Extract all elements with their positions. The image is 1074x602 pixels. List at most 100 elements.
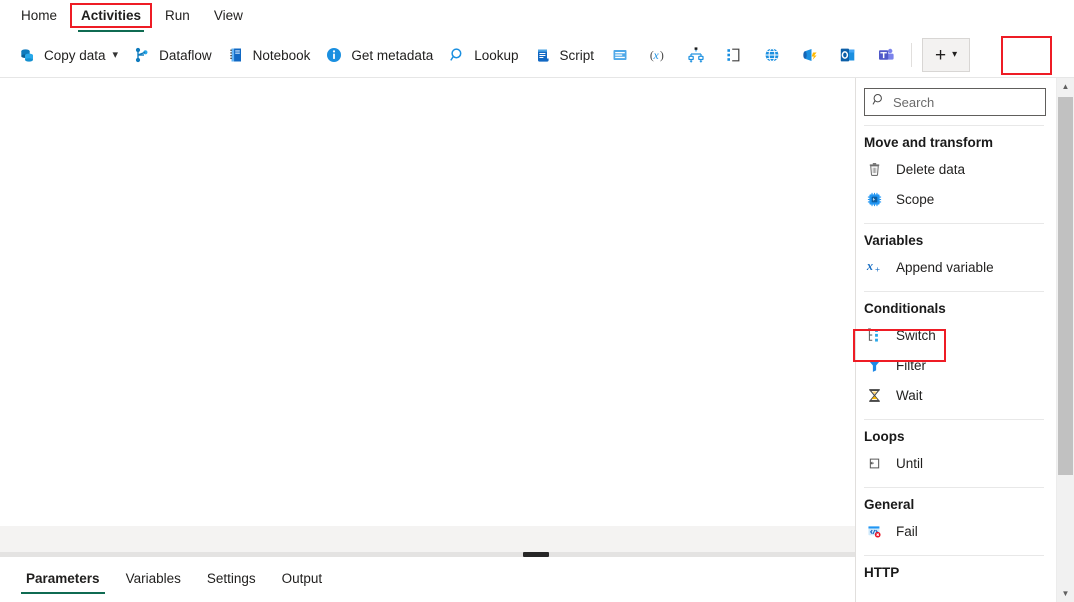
dataflow-icon	[132, 45, 152, 65]
script-icon	[533, 45, 553, 65]
command-switch[interactable]	[677, 38, 715, 72]
command-copy-data-label: Copy data	[44, 48, 106, 63]
command-if-condition[interactable]	[715, 38, 753, 72]
filter-icon	[864, 355, 884, 375]
switch-icon	[864, 325, 884, 345]
copy-data-icon	[17, 45, 37, 65]
group-title-general: General	[856, 488, 1056, 516]
flyout-item-until-label: Until	[896, 456, 923, 471]
pipeline-canvas[interactable]	[0, 78, 855, 552]
flyout-item-delete-data[interactable]: Delete data	[856, 154, 1056, 184]
command-outlook[interactable]	[829, 38, 867, 72]
plus-icon: +	[935, 46, 946, 65]
scrollbar-down-arrow-icon[interactable]: ▼	[1057, 585, 1074, 602]
group-title-conditionals: Conditionals	[856, 292, 1056, 320]
outlook-icon	[838, 45, 858, 65]
command-dataflow-label: Dataflow	[159, 48, 212, 63]
group-title-http: HTTP	[856, 556, 1056, 584]
command-webhook[interactable]	[791, 38, 829, 72]
command-teams[interactable]	[867, 38, 905, 72]
command-get-metadata-label: Get metadata	[351, 48, 433, 63]
pipeline-editor-window: Home Activities Run View Copy data ▾	[0, 0, 1074, 602]
properties-tab-strip: Parameters Variables Settings Output	[0, 557, 855, 602]
ribbon-tab-strip: Home Activities Run View	[0, 0, 1074, 32]
tab-settings[interactable]: Settings	[197, 563, 266, 596]
append-variable-icon: x +	[864, 257, 884, 277]
group-title-variables: Variables	[856, 224, 1056, 252]
tab-parameters[interactable]: Parameters	[16, 563, 110, 596]
chevron-down-icon: ▾	[952, 50, 957, 60]
wait-icon	[864, 385, 884, 405]
command-get-metadata[interactable]: Get metadata	[317, 38, 440, 72]
get-metadata-icon	[324, 45, 344, 65]
flyout-item-switch[interactable]: Switch	[856, 320, 1056, 350]
add-activity-button[interactable]: + ▾	[922, 38, 970, 72]
ribbon-tab-run[interactable]: Run	[154, 2, 201, 30]
webhook-icon	[800, 45, 820, 65]
tab-output[interactable]: Output	[272, 563, 333, 596]
group-title-move-and-transform: Move and transform	[856, 126, 1056, 154]
stored-procedure-icon	[610, 45, 630, 65]
command-set-variable[interactable]: ( x )	[639, 38, 677, 72]
svg-text:x: x	[652, 48, 659, 62]
teams-icon	[876, 45, 896, 65]
tab-parameters-label: Parameters	[26, 571, 100, 586]
tab-variables-label: Variables	[126, 571, 181, 586]
lookup-icon	[447, 45, 467, 65]
command-copy-data[interactable]: Copy data ▾	[10, 38, 125, 72]
flyout-item-filter[interactable]: Filter	[856, 350, 1056, 380]
flyout-item-fail[interactable]: Fail	[856, 516, 1056, 546]
notebook-icon	[226, 45, 246, 65]
flyout-item-scope[interactable]: Scope	[856, 184, 1056, 214]
flyout-content: Move and transform Delete data	[856, 78, 1056, 602]
ribbon-tab-home[interactable]: Home	[10, 2, 68, 30]
svg-text:): )	[660, 48, 664, 62]
command-script[interactable]: Script	[526, 38, 602, 72]
ribbon-tab-view-label: View	[214, 8, 243, 23]
chevron-down-icon: ▾	[113, 50, 119, 61]
tab-settings-label: Settings	[207, 571, 256, 586]
command-notebook[interactable]: Notebook	[219, 38, 318, 72]
ribbon-tab-activities-label: Activities	[81, 8, 141, 23]
flyout-item-scope-label: Scope	[896, 192, 934, 207]
delete-data-icon	[864, 159, 884, 179]
command-script-label: Script	[560, 48, 595, 63]
scrollbar-up-arrow-icon[interactable]: ▲	[1057, 78, 1074, 95]
canvas-bottom-strip	[0, 526, 855, 552]
command-lookup[interactable]: Lookup	[440, 38, 525, 72]
command-web[interactable]	[753, 38, 791, 72]
flyout-item-append-variable-label: Append variable	[896, 260, 994, 275]
ribbon-tab-run-label: Run	[165, 8, 190, 23]
search-box[interactable]	[864, 88, 1046, 116]
svg-text:+: +	[874, 264, 879, 274]
search-icon	[871, 92, 886, 112]
command-stored-procedure[interactable]	[601, 38, 639, 72]
flyout-item-delete-data-label: Delete data	[896, 162, 965, 177]
scope-icon	[864, 189, 884, 209]
command-lookup-label: Lookup	[474, 48, 518, 63]
command-dataflow[interactable]: Dataflow	[125, 38, 219, 72]
group-title-loops: Loops	[856, 420, 1056, 448]
ribbon-tab-view[interactable]: View	[203, 2, 254, 30]
switch-activity-icon	[686, 45, 706, 65]
flyout-item-wait-label: Wait	[896, 388, 923, 403]
flyout-item-switch-label: Switch	[896, 328, 936, 343]
toolbar-separator	[911, 43, 912, 67]
tab-output-label: Output	[282, 571, 323, 586]
flyout-item-filter-label: Filter	[896, 358, 926, 373]
tab-variables[interactable]: Variables	[116, 563, 191, 596]
add-activity-flyout: Move and transform Delete data	[855, 78, 1074, 602]
flyout-item-fail-label: Fail	[896, 524, 918, 539]
command-notebook-label: Notebook	[253, 48, 311, 63]
activities-command-bar: Copy data ▾ Dataflow	[0, 33, 1074, 78]
until-icon	[864, 453, 884, 473]
scrollbar-thumb[interactable]	[1058, 97, 1073, 475]
flyout-item-until[interactable]: Until	[856, 448, 1056, 478]
flyout-item-wait[interactable]: Wait	[856, 380, 1056, 410]
ribbon-tab-activities[interactable]: Activities	[70, 2, 152, 30]
flyout-item-append-variable[interactable]: x + Append variable	[856, 252, 1056, 282]
search-input[interactable]	[893, 95, 1033, 110]
if-condition-icon	[724, 45, 744, 65]
set-variable-icon: ( x )	[648, 45, 668, 65]
flyout-scrollbar[interactable]: ▲ ▼	[1056, 78, 1074, 602]
